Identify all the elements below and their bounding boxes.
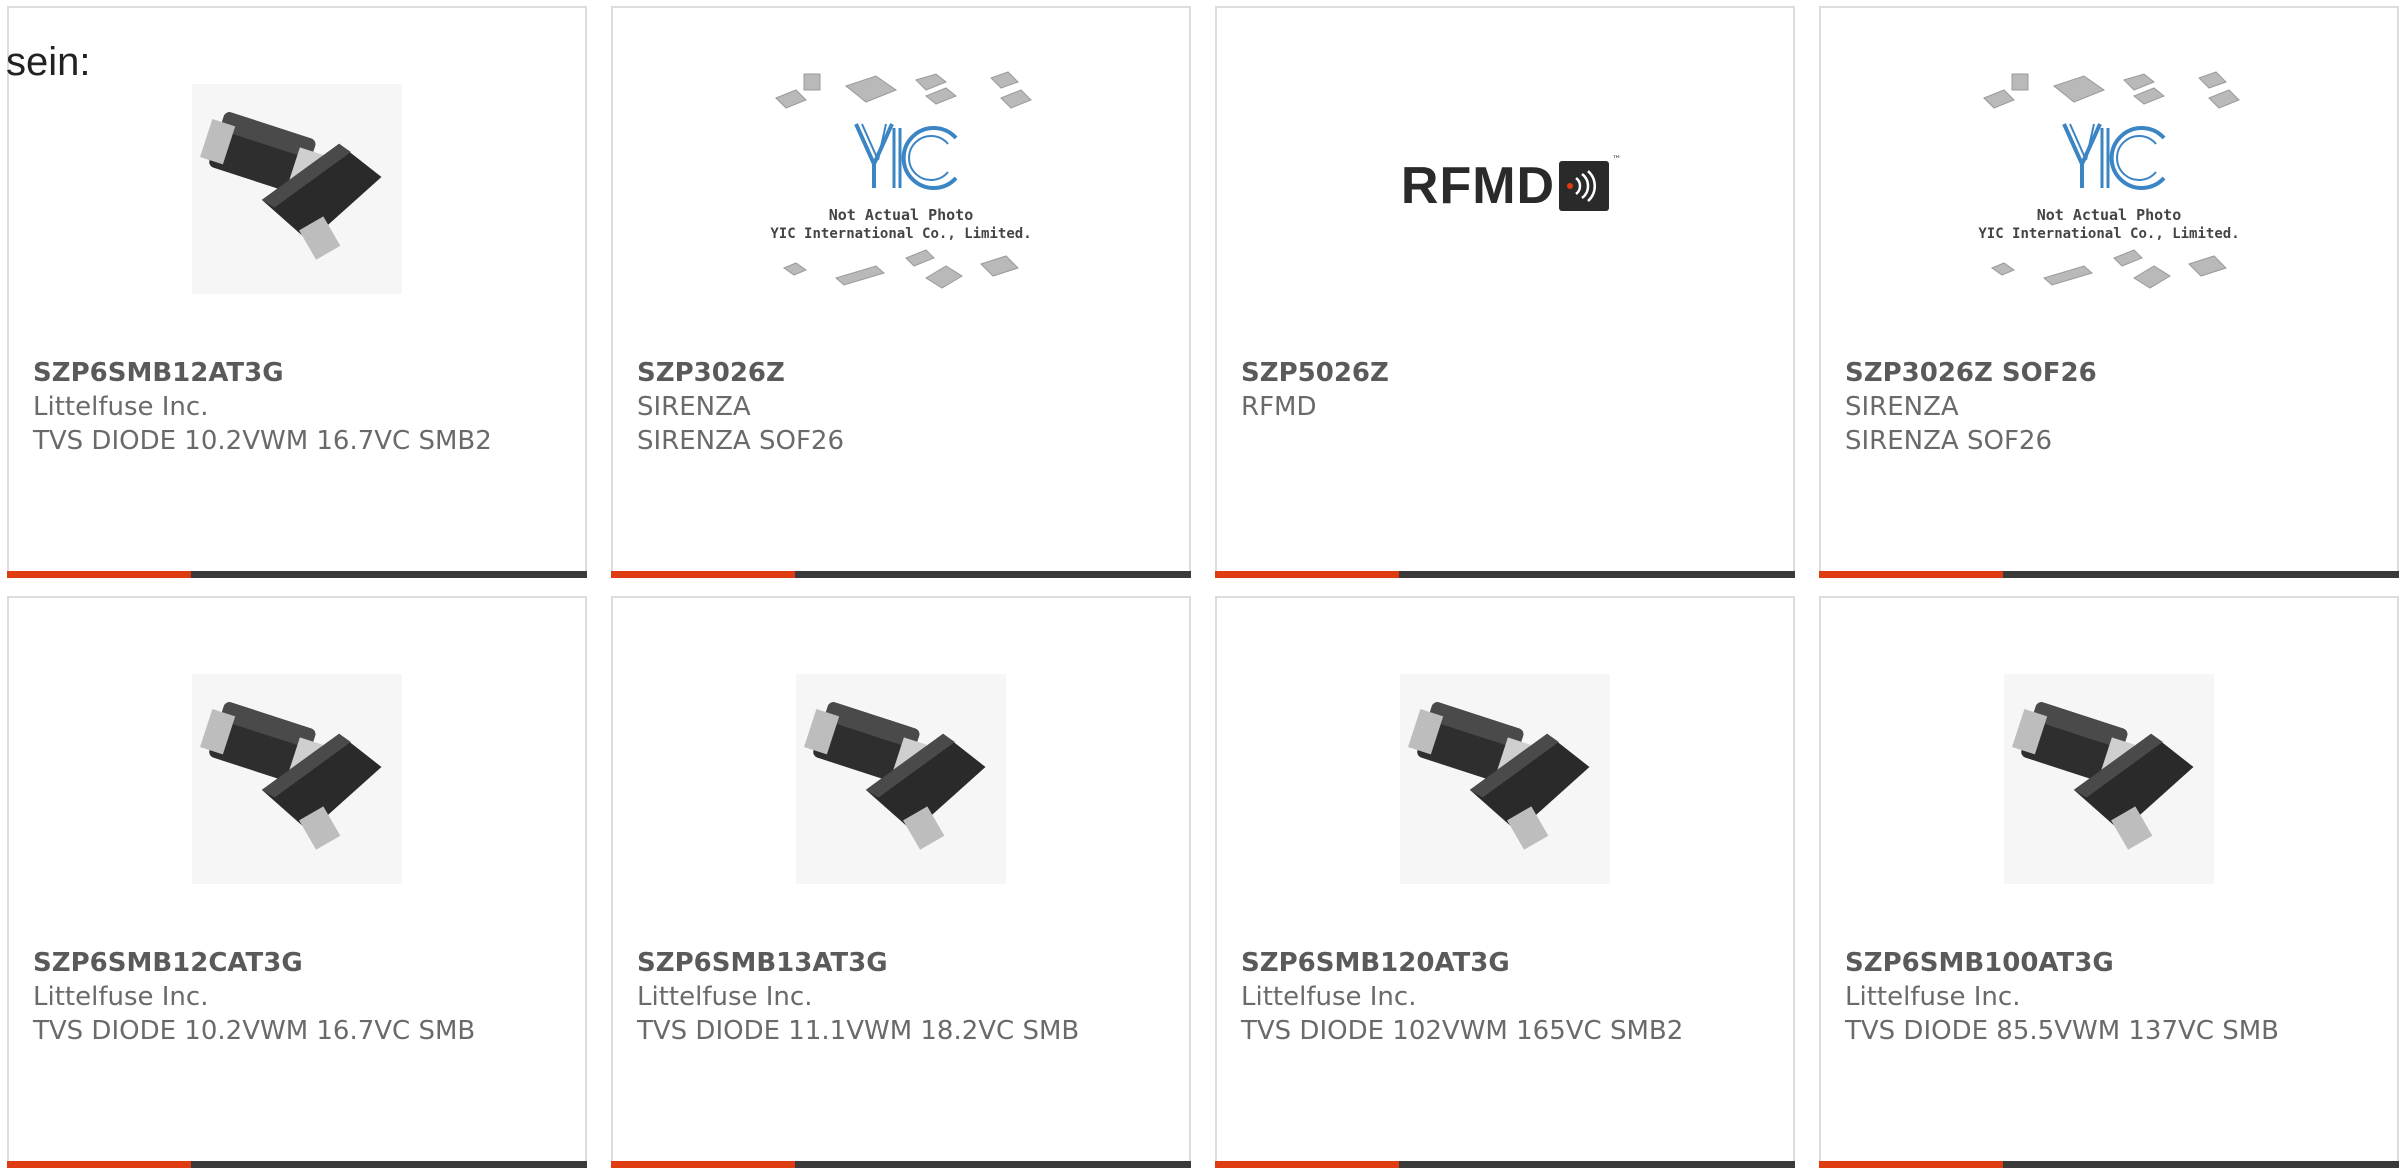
diode-photo-icon [192,674,402,884]
description: TVS DIODE 11.1VWM 18.2VC SMB [637,1016,1080,1046]
yic-placeholder-icon: Not Actual Photo YIC International Co., … [766,68,1036,308]
card-bottom-bar [7,1161,587,1168]
description: TVS DIODE 102VWM 165VC SMB2 [1241,1016,1684,1046]
rfmd-logo-text: RFMD [1400,157,1556,215]
description: SIRENZA SOF26 [637,426,844,456]
manufacturer: Littelfuse Inc. [1241,982,1417,1012]
manufacturer: Littelfuse Inc. [33,982,209,1012]
product-image [1821,658,2397,898]
card-bottom-bar [7,571,587,578]
product-card[interactable]: RFMD ™ SZP5026Z RFMD [1215,6,1795,578]
card-bottom-bar [1819,1161,2399,1168]
card-bottom-bar [611,1161,1191,1168]
part-number[interactable]: SZP6SMB13AT3G [637,946,1169,980]
description: TVS DIODE 10.2VWM 16.7VC SMB [33,1016,476,1046]
manufacturer: SIRENZA [637,392,751,422]
diode-photo-icon [796,674,1006,884]
manufacturer: SIRENZA [1845,392,1959,422]
yic-line-1: Not Actual Photo [2037,206,2182,224]
card-bottom-bar [611,571,1191,578]
product-card[interactable]: SZP6SMB12AT3G Littelfuse Inc. TVS DIODE … [7,6,587,578]
trademark: ™ [1612,155,1622,165]
product-card[interactable]: Not Actual Photo YIC International Co., … [611,6,1191,578]
yic-line-2: YIC International Co., Limited. [770,226,1031,242]
product-card[interactable]: SZP6SMB13AT3G Littelfuse Inc. TVS DIODE … [611,596,1191,1168]
yic-placeholder-icon: Not Actual Photo YIC International Co., … [1974,68,2244,308]
product-image: RFMD ™ [1217,68,1793,308]
product-image: Not Actual Photo YIC International Co., … [1821,68,2397,308]
diode-photo-icon [2004,674,2214,884]
product-card[interactable]: SZP6SMB120AT3G Littelfuse Inc. TVS DIODE… [1215,596,1795,1168]
manufacturer: Littelfuse Inc. [637,982,813,1012]
card-bottom-bar [1215,571,1795,578]
manufacturer: Littelfuse Inc. [33,392,209,422]
part-number[interactable]: SZP6SMB120AT3G [1241,946,1773,980]
manufacturer: Littelfuse Inc. [1845,982,2021,1012]
lead-text: sein: [6,40,91,84]
part-number[interactable]: SZP6SMB12CAT3G [33,946,565,980]
product-image: Not Actual Photo YIC International Co., … [613,68,1189,308]
product-image [9,658,585,898]
rfmd-logo: RFMD ™ [1400,155,1621,216]
product-image [1217,658,1793,898]
rfmd-signal-icon: ™ [1559,155,1621,211]
product-image [9,68,585,308]
part-number[interactable]: SZP5026Z [1241,356,1773,390]
card-bottom-bar [1215,1161,1795,1168]
part-number[interactable]: SZP3026Z SOF26 [1845,356,2377,390]
manufacturer: RFMD [1241,392,1317,422]
part-number[interactable]: SZP6SMB12AT3G [33,356,565,390]
product-card[interactable]: Not Actual Photo YIC International Co., … [1819,6,2399,578]
diode-photo-icon [192,84,402,294]
description: SIRENZA SOF26 [1845,426,2052,456]
description: TVS DIODE 10.2VWM 16.7VC SMB2 [33,426,492,456]
card-bottom-bar [1819,571,2399,578]
description: TVS DIODE 85.5VWM 137VC SMB [1845,1016,2279,1046]
diode-photo-icon [1400,674,1610,884]
part-number[interactable]: SZP6SMB100AT3G [1845,946,2377,980]
yic-line-2: YIC International Co., Limited. [1978,226,2239,242]
product-card[interactable]: SZP6SMB12CAT3G Littelfuse Inc. TVS DIODE… [7,596,587,1168]
product-image [613,658,1189,898]
part-number[interactable]: SZP3026Z [637,356,1169,390]
yic-line-1: Not Actual Photo [829,206,974,224]
product-card[interactable]: SZP6SMB100AT3G Littelfuse Inc. TVS DIODE… [1819,596,2399,1168]
